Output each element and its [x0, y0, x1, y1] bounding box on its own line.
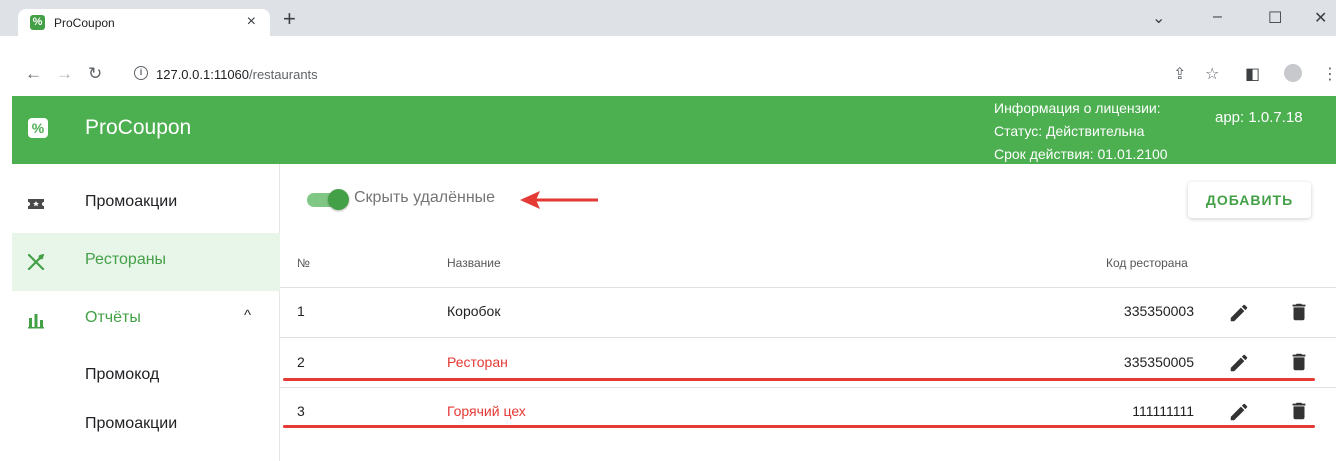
- delete-trash-icon[interactable]: [1288, 400, 1310, 422]
- table-divider: [280, 387, 1336, 388]
- url-host: 127.0.0.1:11060: [156, 67, 250, 82]
- row-number: 1: [297, 303, 305, 319]
- browser-menu-icon[interactable]: ⋮: [1322, 64, 1336, 84]
- maximize-button[interactable]: ☐: [1268, 8, 1282, 28]
- edit-pencil-icon[interactable]: [1228, 302, 1250, 324]
- license-status: Статус: Действительна: [994, 123, 1145, 139]
- hide-deleted-label: Скрыть удалённые: [354, 189, 496, 206]
- sidebar-item-label: Отчёты: [85, 309, 141, 326]
- tab-search-chevron-icon[interactable]: ⌄: [1152, 8, 1165, 28]
- utensils-icon: [27, 253, 45, 271]
- bar-chart-icon: [28, 314, 44, 329]
- row-code: 335350005: [1123, 354, 1194, 370]
- share-icon[interactable]: ⇪: [1173, 64, 1186, 84]
- annotation-underline: [283, 425, 1315, 428]
- delete-trash-icon[interactable]: [1288, 351, 1310, 373]
- browser-tab[interactable]: % ProCoupon ×: [18, 9, 270, 36]
- profile-avatar[interactable]: [1284, 64, 1302, 82]
- back-arrow-icon[interactable]: ←: [25, 64, 42, 84]
- hide-deleted-toggle-knob[interactable]: [328, 189, 349, 210]
- sidebar-subitem-promotions[interactable]: Промоакции: [85, 415, 177, 433]
- column-header-code[interactable]: Код ресторана: [1106, 256, 1188, 270]
- row-code: 111111111: [1132, 403, 1194, 419]
- row-number: 2: [297, 354, 305, 370]
- site-info-icon[interactable]: i: [134, 66, 148, 80]
- sidebar-item-label: Промоакции: [85, 193, 178, 210]
- minimize-button[interactable]: –: [1213, 8, 1222, 26]
- table-divider: [280, 337, 1336, 338]
- forward-arrow-icon[interactable]: →: [56, 64, 73, 84]
- side-panel-icon[interactable]: ◧: [1245, 64, 1260, 84]
- ticket-icon: [28, 199, 44, 209]
- license-expiry: Срок действия: 01.01.2100: [994, 146, 1168, 162]
- edit-pencil-icon[interactable]: [1228, 401, 1250, 423]
- url-path: /restaurants: [249, 67, 318, 82]
- table-divider: [280, 287, 1336, 288]
- reload-icon[interactable]: ↻: [88, 64, 102, 84]
- row-code: 335350003: [1123, 303, 1194, 319]
- sidebar-item-restaurants[interactable]: Рестораны: [12, 233, 280, 291]
- column-header-name[interactable]: Название: [447, 256, 501, 270]
- close-window-button[interactable]: ✕: [1314, 8, 1327, 28]
- chevron-up-icon[interactable]: ^: [244, 307, 251, 324]
- procoupon-favicon-icon: %: [30, 15, 45, 30]
- edit-pencil-icon[interactable]: [1228, 352, 1250, 374]
- license-info: Информация о лицензии: Статус: Действите…: [994, 97, 1168, 166]
- app-version: app: 1.0.7.18: [1215, 109, 1303, 126]
- sidebar-item-reports[interactable]: Отчёты ^: [12, 291, 280, 349]
- new-tab-button[interactable]: +: [283, 8, 296, 30]
- add-button[interactable]: ДОБАВИТЬ: [1188, 182, 1311, 218]
- license-heading: Информация о лицензии:: [994, 100, 1161, 116]
- annotation-arrow-icon: [520, 191, 598, 209]
- sidebar-subitem-promocode[interactable]: Промокод: [85, 366, 159, 384]
- column-header-number[interactable]: №: [297, 256, 310, 270]
- app-title: ProCoupon: [85, 116, 192, 139]
- bookmark-star-icon[interactable]: ☆: [1205, 64, 1219, 84]
- tab-close-icon[interactable]: ×: [247, 13, 256, 31]
- browser-toolbar: [0, 36, 1336, 96]
- row-name: Коробок: [447, 303, 501, 319]
- sidebar-item-promotions[interactable]: Промоакции: [12, 175, 280, 233]
- tab-title: ProCoupon: [54, 16, 115, 30]
- procoupon-logo-icon: %: [28, 118, 48, 138]
- address-bar[interactable]: 127.0.0.1:11060/restaurants: [156, 67, 318, 82]
- row-name: Ресторан: [447, 354, 508, 370]
- sidebar-item-label: Рестораны: [85, 251, 167, 268]
- annotation-underline: [283, 378, 1315, 381]
- row-number: 3: [297, 403, 305, 419]
- row-name: Горячий цех: [447, 403, 526, 419]
- delete-trash-icon[interactable]: [1288, 301, 1310, 323]
